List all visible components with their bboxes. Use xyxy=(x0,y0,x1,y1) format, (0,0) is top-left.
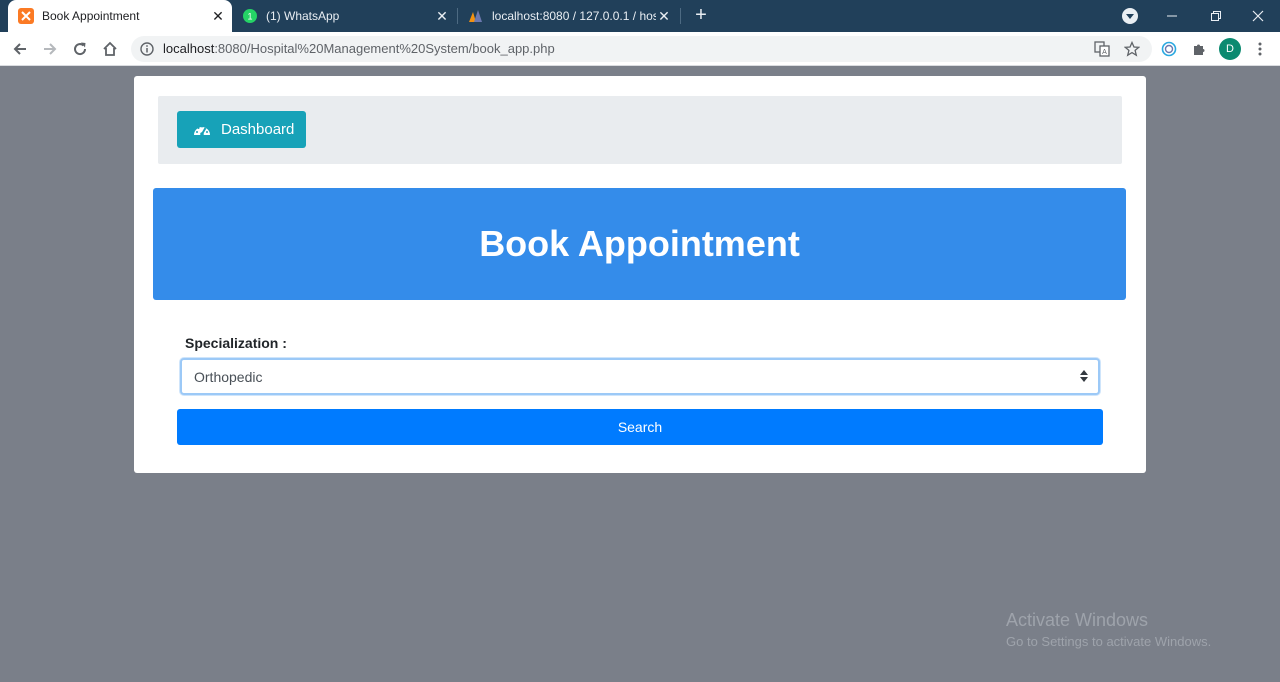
tab-title: localhost:8080 / 127.0.0.1 / hosp xyxy=(492,9,656,23)
tab-title: Book Appointment xyxy=(42,9,140,23)
watermark-subtitle: Go to Settings to activate Windows. xyxy=(1006,634,1212,649)
close-window-button[interactable] xyxy=(1236,0,1280,32)
dashboard-button[interactable]: Dashboard xyxy=(177,111,306,148)
specialization-label: Specialization : xyxy=(185,335,287,351)
svg-text:A: A xyxy=(1102,49,1107,56)
select-arrows-icon xyxy=(1080,369,1088,383)
tab-strip: Book Appointment ✕ 1 (1) WhatsApp ✕ loca… xyxy=(0,0,1280,32)
menu-kebab-icon[interactable] xyxy=(1250,39,1270,59)
home-icon[interactable] xyxy=(98,37,122,61)
extensions-puzzle-icon[interactable] xyxy=(1189,39,1209,59)
dashboard-label: Dashboard xyxy=(221,121,295,138)
bookmark-star-icon[interactable] xyxy=(1122,39,1142,59)
page-title-banner: Book Appointment xyxy=(153,188,1126,300)
new-tab-button[interactable]: + xyxy=(689,4,713,28)
whatsapp-icon: 1 xyxy=(242,8,258,24)
top-navbar: Dashboard xyxy=(158,96,1122,164)
search-button[interactable]: Search xyxy=(177,409,1103,445)
url-text: localhost:8080/Hospital%20Management%20S… xyxy=(163,41,555,56)
restore-button[interactable] xyxy=(1194,0,1238,32)
extension-circle-icon[interactable] xyxy=(1159,39,1179,59)
tab-whatsapp[interactable]: 1 (1) WhatsApp ✕ xyxy=(232,0,456,32)
specialization-value: Orthopedic xyxy=(194,369,263,385)
tab-book-appointment[interactable]: Book Appointment ✕ xyxy=(8,0,232,32)
back-icon[interactable] xyxy=(8,37,32,61)
svg-text:1: 1 xyxy=(247,12,252,22)
phpmyadmin-icon xyxy=(468,8,484,24)
reload-icon[interactable] xyxy=(68,37,92,61)
close-tab-icon[interactable]: ✕ xyxy=(434,8,450,24)
tab-title: (1) WhatsApp xyxy=(266,9,340,23)
close-tab-icon[interactable]: ✕ xyxy=(656,8,672,24)
xampp-icon xyxy=(18,8,34,24)
url-host: localhost xyxy=(163,41,215,56)
tab-separator xyxy=(680,8,681,24)
close-tab-icon[interactable]: ✕ xyxy=(210,8,226,24)
search-button-label: Search xyxy=(617,419,663,435)
specialization-select[interactable]: Orthopedic xyxy=(180,358,1100,395)
forward-icon[interactable] xyxy=(38,37,62,61)
tab-phpmyadmin[interactable]: localhost:8080 / 127.0.0.1 / hosp ✕ xyxy=(458,0,678,32)
activate-windows-watermark: Activate Windows Go to Settings to activ… xyxy=(1006,610,1211,649)
page-title: Book Appointment xyxy=(479,223,800,264)
watermark-title: Activate Windows xyxy=(1006,610,1149,630)
profile-avatar[interactable]: D xyxy=(1219,38,1241,60)
tachometer-icon xyxy=(193,123,211,137)
address-bar[interactable]: localhost:8080/Hospital%20Management%20S… xyxy=(131,36,1152,62)
browser-toolbar: localhost:8080/Hospital%20Management%20S… xyxy=(0,32,1280,66)
info-icon[interactable] xyxy=(140,42,154,61)
url-path: :8080/Hospital%20Management%20System/boo… xyxy=(214,41,555,56)
minimize-button[interactable] xyxy=(1150,0,1194,32)
tab-search-icon[interactable] xyxy=(1122,8,1138,24)
page-card: Dashboard Book Appointment Specializatio… xyxy=(134,76,1146,473)
translate-icon[interactable]: A xyxy=(1092,39,1112,59)
